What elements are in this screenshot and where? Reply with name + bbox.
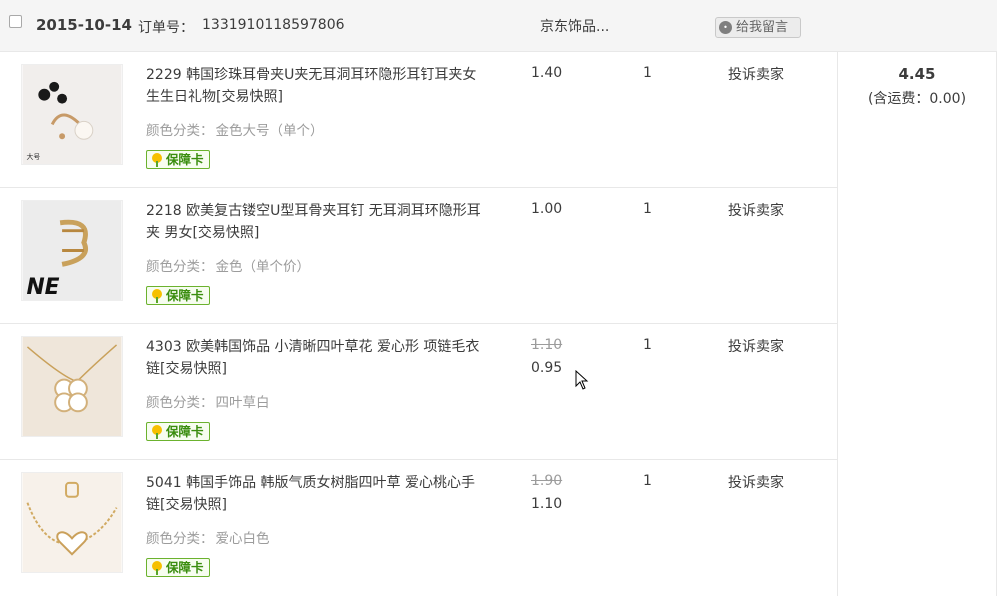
guarantee-card-label: 保障卡 xyxy=(166,560,204,575)
unit-price: 1.40 xyxy=(531,65,563,81)
quantity: 1 xyxy=(643,65,652,81)
spec-value: 金色大号（单个） xyxy=(215,123,324,139)
product-thumbnail[interactable] xyxy=(21,472,123,573)
leave-message-button[interactable]: • 给我留言 xyxy=(715,17,801,38)
product-title-link[interactable]: 2229 韩国珍珠耳骨夹U夹无耳洞耳环隐形耳钉耳夹女生生日礼物[交易快照] xyxy=(146,64,488,108)
complain-seller-link[interactable]: 投诉卖家 xyxy=(728,472,784,492)
leave-message-label: 给我留言 xyxy=(736,20,789,35)
product-thumbnail[interactable]: 大号 xyxy=(21,64,123,165)
guarantee-card-badge[interactable]: 保障卡 xyxy=(146,150,210,169)
spec-label: 颜色分类： xyxy=(146,395,214,411)
spec-label: 颜色分类： xyxy=(146,259,214,275)
quantity: 1 xyxy=(643,337,652,353)
flower-icon xyxy=(152,425,162,439)
shipping-fee-note: (含运费：0.00) xyxy=(867,91,967,107)
order-select-checkbox[interactable] xyxy=(9,15,22,28)
order-total-amount: 4.45 xyxy=(898,65,936,83)
product-spec: 颜色分类： 四叶草白 xyxy=(146,391,270,411)
spec-value: 四叶草白 xyxy=(215,395,270,411)
order-header: 2015-10-14 订单号： 1331910118597806 京东饰品...… xyxy=(0,0,997,52)
mouse-cursor-icon xyxy=(575,370,589,390)
guarantee-card-badge[interactable]: 保障卡 xyxy=(146,422,210,441)
quantity: 1 xyxy=(643,473,652,489)
product-spec: 颜色分类： 爱心白色 xyxy=(146,527,270,547)
flower-icon xyxy=(152,561,162,575)
product-spec: 颜色分类： 金色（单个价） xyxy=(146,255,310,275)
order-item-row: NE 2218 欧美复古镂空U型耳骨夹耳钉 无耳洞耳环隐形耳夹 男女[交易快照]… xyxy=(0,188,837,324)
complain-seller-link[interactable]: 投诉卖家 xyxy=(728,336,784,356)
unit-price: 0.95 xyxy=(531,360,563,376)
clover-necklace-image xyxy=(22,337,122,436)
chat-bubble-icon: • xyxy=(719,21,732,34)
order-number: 1331910118597806 xyxy=(202,17,345,33)
order-item-row: 5041 韩国手饰品 韩版气质女树脂四叶草 爱心桃心手链[交易快照] 颜色分类：… xyxy=(0,460,837,596)
order-number-label: 订单号： xyxy=(138,20,194,36)
product-thumbnail[interactable]: NE xyxy=(21,200,123,301)
unit-price: 1.10 xyxy=(531,496,563,512)
order-total-column: 4.45 (含运费：0.00) xyxy=(837,52,997,596)
gold-ear-cuff-image: NE xyxy=(22,201,122,300)
pearl-ear-cuff-image: 大号 xyxy=(22,65,122,164)
flower-icon xyxy=(152,153,162,167)
complain-seller-link[interactable]: 投诉卖家 xyxy=(728,64,784,84)
guarantee-card-badge[interactable]: 保障卡 xyxy=(146,558,210,577)
guarantee-card-label: 保障卡 xyxy=(166,288,204,303)
flower-icon xyxy=(152,289,162,303)
product-thumbnail[interactable] xyxy=(21,336,123,437)
spec-value: 金色（单个价） xyxy=(215,259,311,275)
product-title-link[interactable]: 5041 韩国手饰品 韩版气质女树脂四叶草 爱心桃心手链[交易快照] xyxy=(146,472,488,516)
guarantee-card-badge[interactable]: 保障卡 xyxy=(146,286,210,305)
guarantee-card-label: 保障卡 xyxy=(166,424,204,439)
product-spec: 颜色分类： 金色大号（单个） xyxy=(146,119,324,139)
heart-bracelet-image xyxy=(22,473,122,572)
unit-price: 1.00 xyxy=(531,201,563,217)
order-items: 大号 2229 韩国珍珠耳骨夹U夹无耳洞耳环隐形耳钉耳夹女生生日礼物[交易快照]… xyxy=(0,52,837,596)
quantity: 1 xyxy=(643,201,652,217)
spec-label: 颜色分类： xyxy=(146,531,214,547)
original-price: 1.90 xyxy=(531,473,563,489)
thumb-caption: 大号 xyxy=(26,152,40,161)
guarantee-card-label: 保障卡 xyxy=(166,152,204,167)
order-item-row: 4303 欧美韩国饰品 小清晰四叶草花 爱心形 项链毛衣链[交易快照] 颜色分类… xyxy=(0,324,837,460)
complain-seller-link[interactable]: 投诉卖家 xyxy=(728,200,784,220)
order-date: 2015-10-14 xyxy=(36,16,132,34)
order-item-row: 大号 2229 韩国珍珠耳骨夹U夹无耳洞耳环隐形耳钉耳夹女生生日礼物[交易快照]… xyxy=(0,52,837,188)
original-price: 1.10 xyxy=(531,337,563,353)
product-title-link[interactable]: 4303 欧美韩国饰品 小清晰四叶草花 爱心形 项链毛衣链[交易快照] xyxy=(146,336,488,380)
spec-label: 颜色分类： xyxy=(146,123,214,139)
shop-name-link[interactable]: 京东饰品... xyxy=(540,16,609,36)
thumb-caption: NE xyxy=(26,275,59,300)
spec-value: 爱心白色 xyxy=(215,531,270,547)
product-title-link[interactable]: 2218 欧美复古镂空U型耳骨夹耳钉 无耳洞耳环隐形耳夹 男女[交易快照] xyxy=(146,200,488,244)
